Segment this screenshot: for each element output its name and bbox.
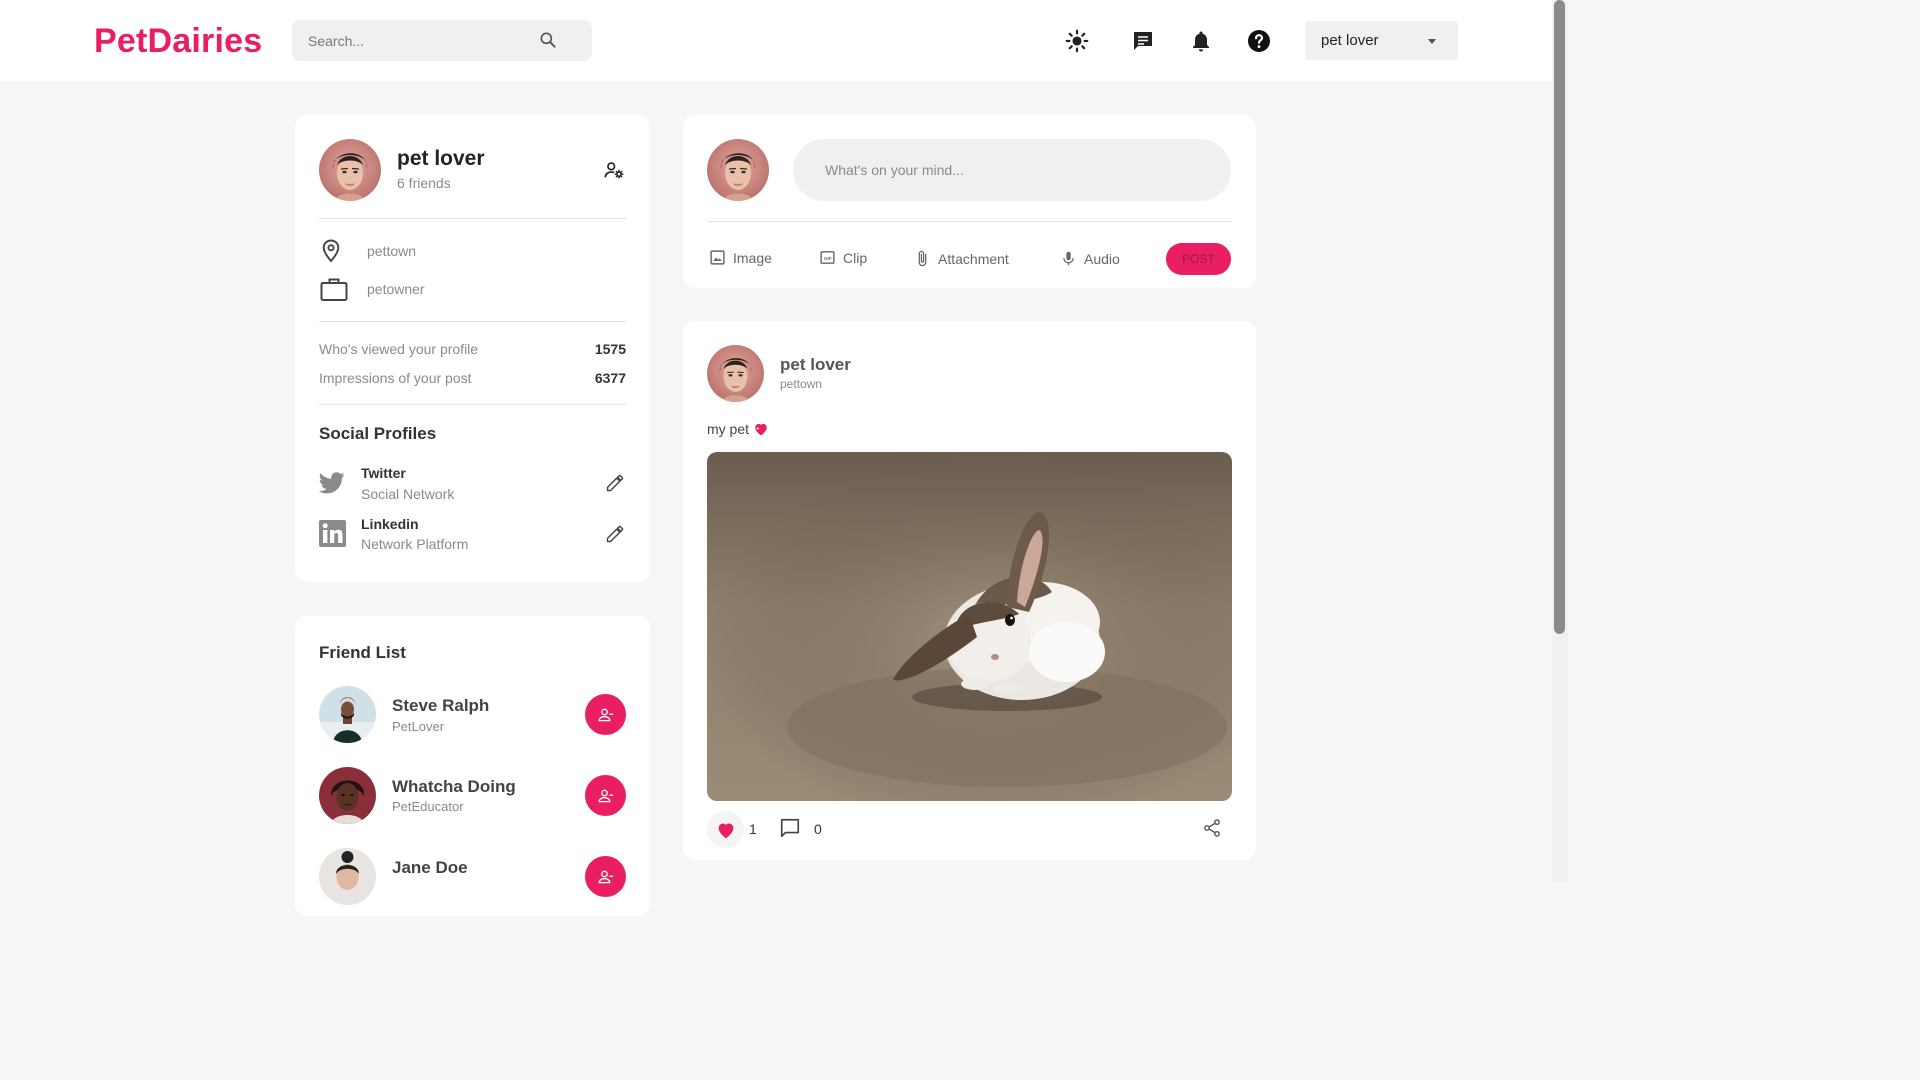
remove-friend-button[interactable] [585,856,626,897]
chevron-down-icon [1426,34,1438,52]
microphone-icon [1063,251,1074,266]
manage-account-icon[interactable] [603,159,625,186]
add-clip-button[interactable]: GIF Clip [819,249,867,266]
image-label: Image [733,249,772,266]
remove-friend-button[interactable] [585,775,626,816]
post-composer-card: Image GIF Clip Attachment Audio POST [683,115,1256,288]
like-button[interactable] [707,811,744,848]
add-attachment-button[interactable]: Attachment [914,249,1009,268]
remove-friend-button[interactable] [585,694,626,735]
svg-text:GIF: GIF [824,256,832,261]
linkedin-name: Linkedin [361,516,419,532]
composer-avatar[interactable] [707,139,769,201]
friend-name[interactable]: Whatcha Doing [392,777,516,797]
twitter-icon[interactable] [318,472,345,499]
share-icon[interactable] [1202,818,1222,843]
divider [319,218,626,219]
sparkling-heart-icon [755,423,767,436]
linkedin-type: Network Platform [361,536,469,552]
friend-avatar[interactable] [319,686,376,743]
like-count: 1 [749,821,757,837]
heart-icon [718,822,733,838]
location-row: pettown [319,238,416,269]
edit-linkedin-icon[interactable] [605,524,625,549]
friend-role: PetLover [392,719,445,734]
divider [319,404,626,405]
add-audio-button[interactable]: Audio [1060,249,1120,268]
twitter-name: Twitter [361,465,406,481]
profile-friends-count: 6 friends [397,175,451,191]
post-text-input[interactable] [793,139,1231,201]
profile-views-value: 1575 [594,341,626,357]
post-impressions-label: Impressions of your post [319,370,472,386]
post-author-location: pettown [780,377,823,391]
profile-name[interactable]: pet lover [397,147,485,171]
app-logo[interactable]: PetDairies [94,22,262,61]
location-pin-icon [319,238,343,269]
divider [319,321,626,322]
image-icon [710,250,725,265]
friend-list-title: Friend List [319,643,406,662]
search-bar [292,20,592,61]
linkedin-icon[interactable] [319,520,346,552]
audio-label: Audio [1084,250,1120,267]
post-button[interactable]: POST [1166,243,1231,275]
post-impressions-value: 6377 [594,370,626,386]
comment-count: 0 [814,821,822,837]
help-icon[interactable] [1246,28,1272,54]
person-remove-icon [598,870,613,883]
friend-name[interactable]: Jane Doe [392,858,468,878]
person-remove-icon [598,708,613,721]
occupation-row: petowner [319,276,425,307]
paperclip-icon [918,250,927,267]
social-profiles-title: Social Profiles [319,424,437,443]
theme-toggle-sun-icon[interactable] [1064,28,1090,54]
divider [707,221,1232,222]
occupation-text: petowner [367,281,425,297]
friend-name[interactable]: Steve Ralph [392,696,489,716]
twitter-type: Social Network [361,486,455,502]
edit-twitter-icon[interactable] [605,473,625,498]
gif-clip-icon: GIF [820,251,835,264]
profile-card: pet lover 6 friends pettown petowner Who… [295,115,650,582]
search-icon[interactable] [538,30,558,55]
post-caption: my pet [707,421,769,437]
notifications-bell-icon[interactable] [1188,28,1214,54]
profile-avatar[interactable] [319,139,381,201]
add-image-button[interactable]: Image [709,249,772,266]
friend-avatar[interactable] [319,848,376,905]
location-text: pettown [367,243,417,259]
user-account-dropdown[interactable]: pet lover [1305,21,1458,60]
comment-icon[interactable] [779,817,801,844]
friend-list-card: Friend List Steve Ralph PetLover Whatcha… [295,616,650,916]
post-author-avatar[interactable] [707,345,764,402]
person-remove-icon [598,789,613,802]
messages-icon[interactable] [1130,28,1156,54]
clip-label: Clip [843,249,868,266]
post-card: pet lover pettown my pet 1 0 [683,321,1256,860]
user-account-name: pet lover [1321,32,1379,49]
briefcase-icon [319,276,349,307]
search-input[interactable] [308,20,538,61]
attachment-label: Attachment [938,250,1009,267]
page-scrollbar[interactable] [1552,0,1568,882]
post-author-name[interactable]: pet lover [780,355,851,375]
post-caption-text: my pet [707,421,750,437]
scrollbar-thumb[interactable] [1554,0,1565,634]
friend-role: PetEducator [392,799,464,814]
top-navbar: PetDairies pet lover [0,0,1552,81]
friend-avatar[interactable] [319,767,376,824]
post-image-bunny[interactable] [707,452,1232,801]
profile-views-label: Who's viewed your profile [319,341,479,357]
